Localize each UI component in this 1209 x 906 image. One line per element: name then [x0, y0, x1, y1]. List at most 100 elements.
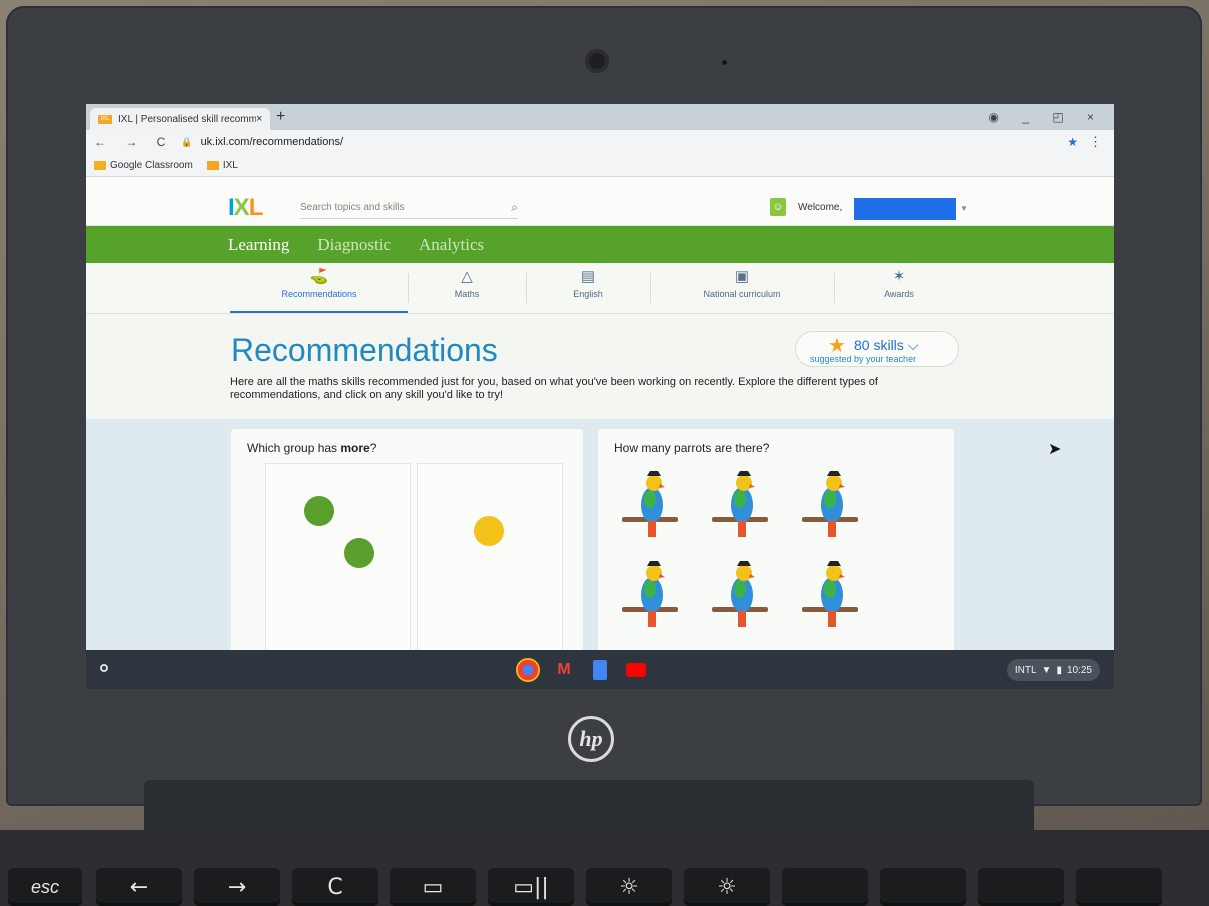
- volume-up-key[interactable]: [978, 868, 1064, 906]
- subnav-english[interactable]: ▤ English: [526, 267, 650, 311]
- browser-menu-icon[interactable]: ⋮: [1089, 134, 1102, 150]
- skill-card-compare-groups[interactable]: Which group has more?: [231, 429, 583, 659]
- ixl-page: IXL Search topics and skills ⌕ ☺ Welcome…: [86, 177, 1114, 659]
- parrot-image: [622, 471, 678, 537]
- docs-icon[interactable]: [593, 660, 607, 680]
- subnav-label: Maths: [454, 289, 480, 299]
- browser-toolbar: ← → C 🔒 uk.ixl.com/recommendations/ ★ ⋮: [86, 130, 1114, 154]
- chrome-icon[interactable]: [516, 658, 540, 682]
- close-tab-icon[interactable]: ×: [256, 113, 270, 125]
- subnav-national-curriculum[interactable]: ▣ National curriculum: [650, 267, 834, 311]
- ixl-logo[interactable]: IXL: [228, 194, 264, 222]
- subnav-label: English: [573, 289, 603, 299]
- subnav-maths[interactable]: △ Maths: [408, 267, 526, 311]
- status-tray[interactable]: INTL ▼ ▮ 10:25: [1006, 659, 1100, 681]
- group-box-right: [417, 463, 563, 655]
- tab-learning[interactable]: Learning: [228, 235, 289, 255]
- bookmark-ixl[interactable]: IXL: [206, 159, 238, 171]
- refresh-key[interactable]: C: [292, 868, 378, 906]
- group-box-left: [265, 463, 411, 655]
- page-description: Here are all the maths skills recommende…: [230, 376, 878, 401]
- card-question: Which group has more?: [247, 441, 377, 455]
- hp-logo: hp: [568, 716, 614, 762]
- youtube-icon[interactable]: [626, 663, 646, 677]
- launcher-icon[interactable]: [100, 664, 108, 672]
- card-question: How many parrots are there?: [614, 441, 770, 455]
- logo-letter: X: [233, 194, 250, 221]
- chevron-down-icon: ⌵: [907, 337, 919, 353]
- mute-key[interactable]: [782, 868, 868, 906]
- site-header: IXL Search topics and skills ⌕ ☺ Welcome…: [86, 177, 1114, 226]
- webcam: [585, 49, 609, 73]
- new-tab-button[interactable]: +: [276, 108, 285, 126]
- bookmark-google-classroom[interactable]: Google Classroom: [94, 160, 193, 171]
- keyboard-locale: INTL: [1014, 664, 1037, 676]
- address-bar[interactable]: uk.ixl.com/recommendations/: [201, 136, 343, 148]
- brightness-up-key[interactable]: ☼: [684, 868, 770, 906]
- chevron-down-icon[interactable]: ▼: [960, 204, 968, 213]
- search-icon[interactable]: ⌕: [511, 200, 518, 215]
- brightness-down-key[interactable]: ☼: [586, 868, 672, 906]
- user-avatar-icon[interactable]: ☺: [770, 198, 786, 216]
- main-nav: Learning Diagnostic Analytics: [86, 226, 1114, 263]
- fullscreen-key[interactable]: ▭: [390, 868, 476, 906]
- bookmark-star-icon[interactable]: ★: [1067, 135, 1078, 149]
- logo-letter: L: [248, 194, 264, 221]
- green-dot: [344, 538, 374, 568]
- book-icon: ▤: [580, 268, 596, 285]
- ixl-icon: [206, 160, 219, 170]
- power-key[interactable]: [1076, 868, 1162, 906]
- skill-card-count-parrots[interactable]: How many parrots are there?: [598, 429, 954, 659]
- laptop-hinge: [144, 780, 1034, 836]
- mouse-cursor-icon: ➤: [1048, 441, 1062, 458]
- ixl-favicon-icon: IXL: [98, 114, 112, 124]
- search-input[interactable]: Search topics and skills ⌕: [300, 196, 518, 219]
- skills-count: 80 skills ⌵: [854, 337, 919, 353]
- confetti-icon: ✶: [892, 268, 906, 285]
- skills-caption: suggested by your teacher: [810, 354, 917, 364]
- browser-tab-strip: IXL IXL | Personalised skill recomme × +…: [86, 104, 1114, 130]
- parrot-image: [802, 561, 858, 627]
- esc-key[interactable]: esc: [8, 868, 82, 906]
- volume-down-key[interactable]: [880, 868, 966, 906]
- tab-diagnostic[interactable]: Diagnostic: [317, 235, 391, 255]
- back-key[interactable]: ←: [96, 868, 182, 906]
- subnav-label: Awards: [884, 289, 914, 299]
- subnav-recommendations[interactable]: ⛳ Recommendations: [230, 267, 408, 313]
- search-placeholder: Search topics and skills: [300, 201, 405, 213]
- yellow-dot: [474, 516, 504, 546]
- laptop-screen: IXL IXL | Personalised skill recomme × +…: [86, 104, 1114, 689]
- recommendations-content: Recommendations ★ 80 skills ⌵ suggested …: [86, 314, 1114, 659]
- navigation-buttons[interactable]: ← → C: [94, 135, 173, 149]
- forward-key[interactable]: →: [194, 868, 280, 906]
- recommendation-cards: Which group has more? How many parrots a…: [86, 419, 1114, 659]
- parrot-image: [712, 471, 768, 537]
- subnav-label: National curriculum: [703, 289, 781, 299]
- redacted-username[interactable]: [854, 198, 956, 220]
- parrot-image: [712, 561, 768, 627]
- tab-analytics[interactable]: Analytics: [419, 235, 484, 255]
- parrot-image: [622, 561, 678, 627]
- subnav-label: Recommendations: [281, 289, 357, 299]
- bookmark-label: Google Classroom: [110, 159, 193, 171]
- clipboard-icon: ▣: [734, 268, 750, 285]
- window-controls[interactable]: ◉ _ ◰ ×: [989, 110, 1105, 124]
- bookmark-label: IXL: [222, 159, 238, 171]
- green-dot: [304, 496, 334, 526]
- sub-nav: ⛳ Recommendations △ Maths ▤ English ▣ Na…: [86, 263, 1114, 314]
- signpost-icon: ⛳: [309, 268, 329, 285]
- pyramid-icon: △: [461, 268, 473, 285]
- chromeos-shelf: M INTL ▼ ▮ 10:25: [86, 650, 1114, 689]
- overview-key[interactable]: ▭||: [488, 868, 574, 906]
- welcome-text: Welcome,: [798, 202, 843, 213]
- page-title: Recommendations: [231, 332, 498, 368]
- classroom-icon: [94, 160, 106, 170]
- lock-icon: 🔒: [181, 136, 193, 147]
- browser-tab[interactable]: IXL IXL | Personalised skill recomme ×: [90, 108, 270, 130]
- camera-indicator: [722, 60, 727, 65]
- gmail-icon[interactable]: M: [552, 658, 576, 682]
- subnav-awards[interactable]: ✶ Awards: [834, 267, 964, 311]
- skills-dropdown[interactable]: ★ 80 skills ⌵ suggested by your teacher: [795, 331, 959, 367]
- wifi-icon: ▼: [1041, 664, 1052, 676]
- bookmarks-bar: Google Classroom IXL: [86, 154, 1114, 177]
